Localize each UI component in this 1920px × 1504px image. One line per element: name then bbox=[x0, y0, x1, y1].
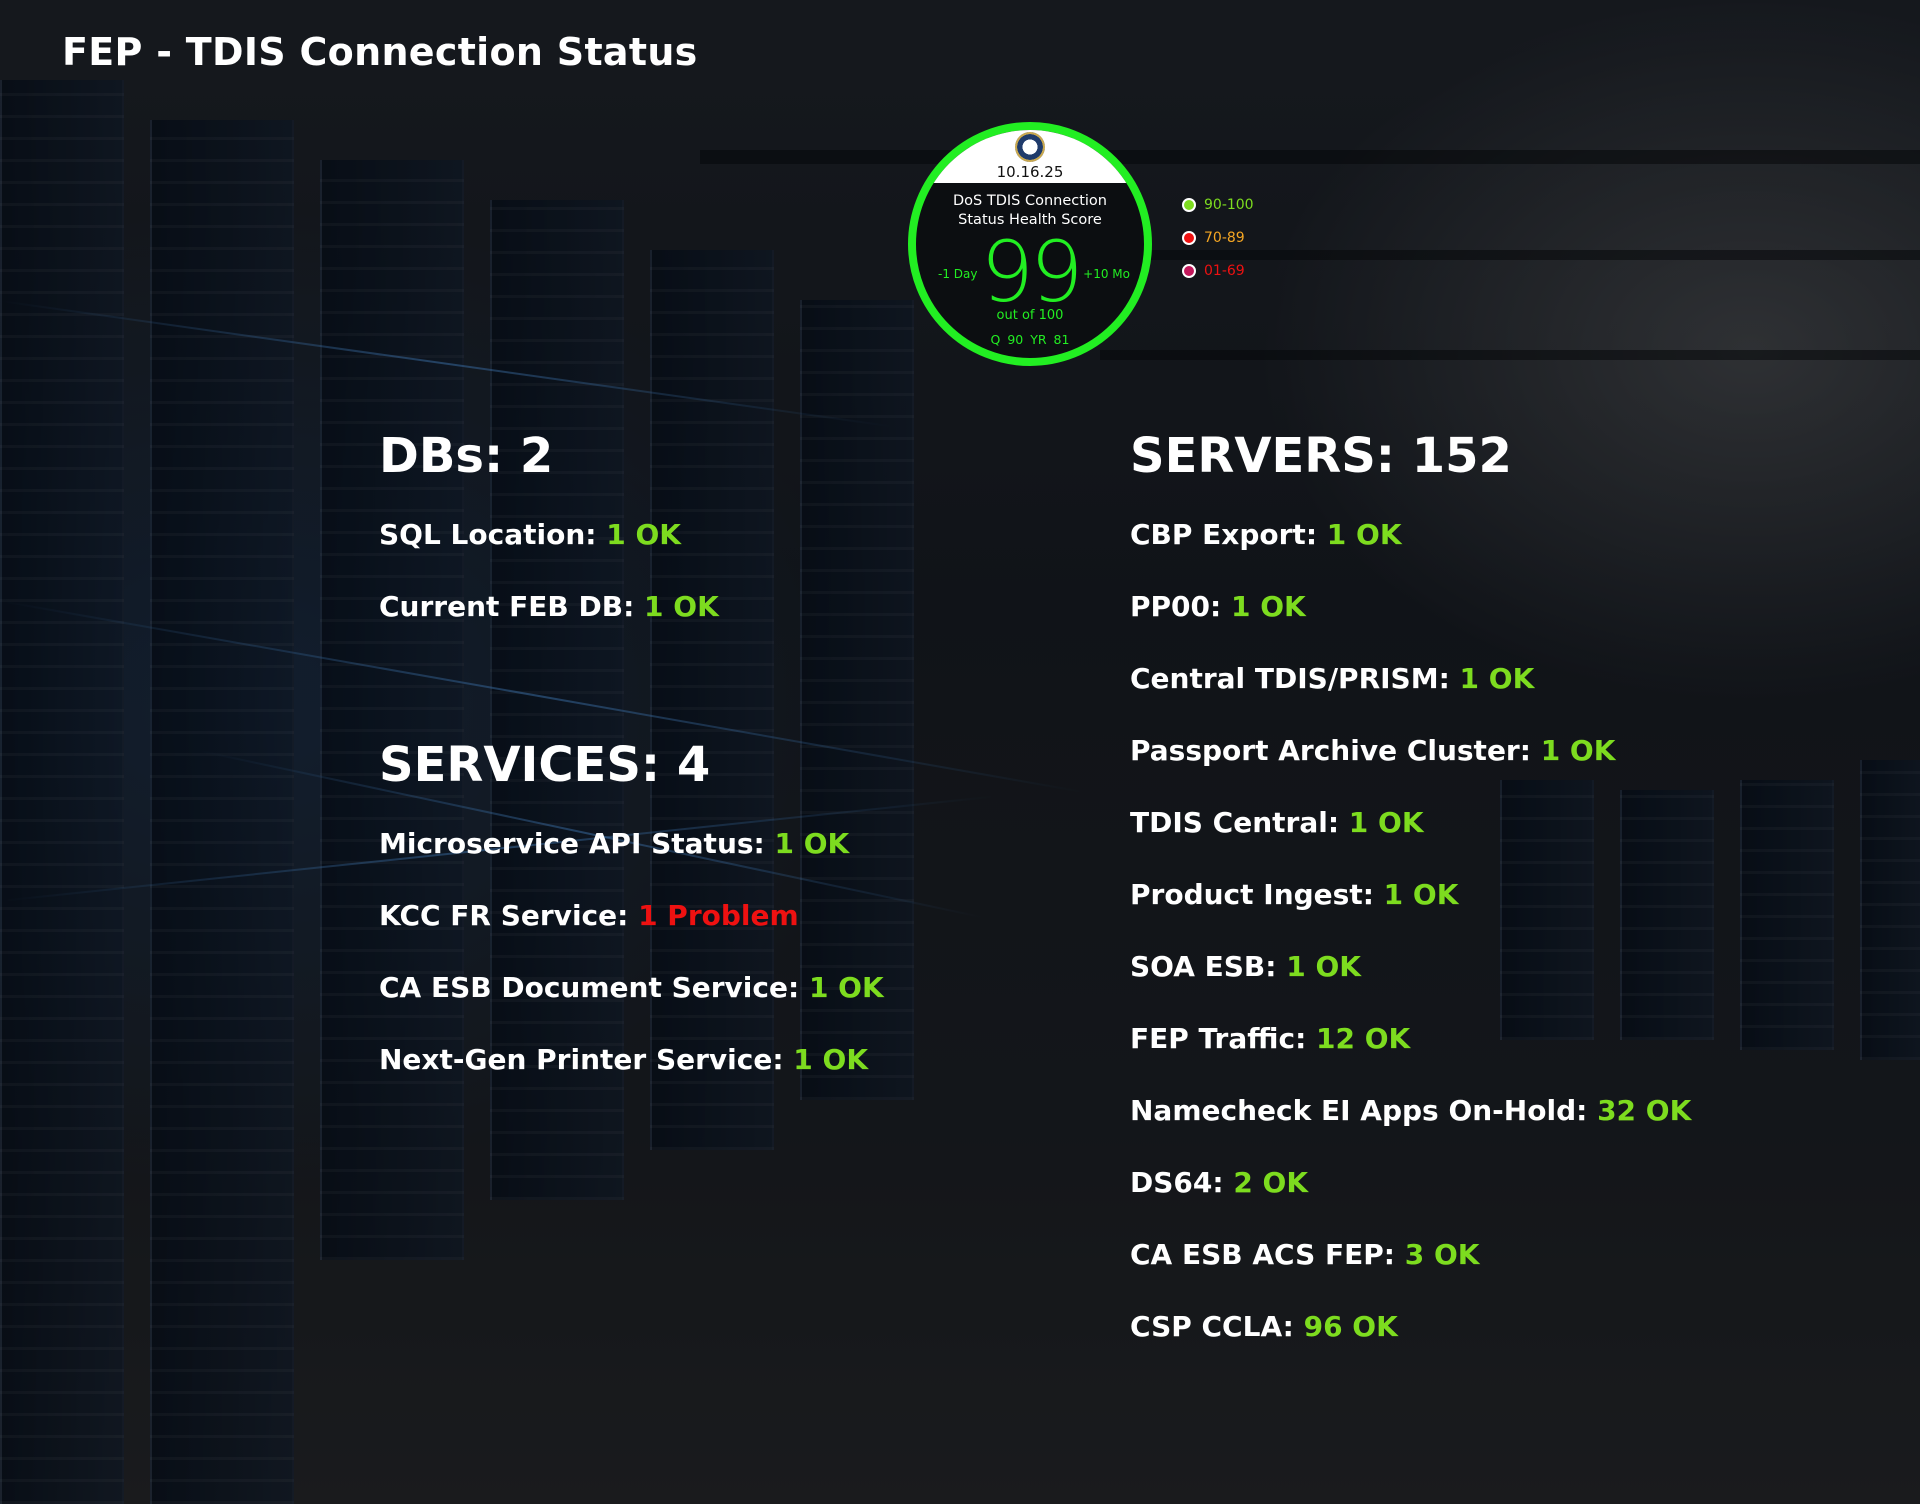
gauge-right-caption: +10 Mo bbox=[1083, 267, 1130, 281]
status-value: 3 OK bbox=[1404, 1238, 1480, 1271]
legend-label: 01-69 bbox=[1204, 263, 1245, 279]
status-value: 1 OK bbox=[1540, 734, 1616, 767]
status-value: 1 OK bbox=[793, 1043, 869, 1076]
status-label: CA ESB Document Service: bbox=[379, 971, 800, 1004]
page-title: FEP - TDIS Connection Status bbox=[62, 30, 698, 74]
gauge-quarter-year: Q 90 YR 81 bbox=[990, 332, 1070, 347]
status-row: Namecheck EI Apps On-Hold: 32 OK bbox=[1130, 1094, 1691, 1127]
health-score-gauge: 10.16.25 DoS TDIS Connection Status Heal… bbox=[908, 122, 1152, 366]
status-row: Microservice API Status: 1 OK bbox=[379, 827, 849, 860]
status-label: FEP Traffic: bbox=[1130, 1022, 1307, 1055]
status-row: Product Ingest: 1 OK bbox=[1130, 878, 1458, 911]
status-label: Next-Gen Printer Service: bbox=[379, 1043, 784, 1076]
status-row: CA ESB ACS FEP: 3 OK bbox=[1130, 1238, 1479, 1271]
gauge-label-line1: DoS TDIS Connection bbox=[952, 193, 1107, 209]
status-label: Current FEB DB: bbox=[379, 590, 635, 623]
legend-dot-icon bbox=[1182, 264, 1196, 278]
status-label: SQL Location: bbox=[379, 518, 597, 551]
status-row: Current FEB DB: 1 OK bbox=[379, 590, 719, 623]
gauge-date: 10.16.25 bbox=[996, 163, 1064, 181]
status-row: KCC FR Service: 1 Problem bbox=[379, 899, 799, 932]
status-row: Next-Gen Printer Service: 1 OK bbox=[379, 1043, 868, 1076]
status-value: 1 OK bbox=[1348, 806, 1424, 839]
status-value: 12 OK bbox=[1316, 1022, 1411, 1055]
status-label: DS64: bbox=[1130, 1166, 1224, 1199]
status-label: Product Ingest: bbox=[1130, 878, 1374, 911]
status-row: DS64: 2 OK bbox=[1130, 1166, 1308, 1199]
status-row: SOA ESB: 1 OK bbox=[1130, 950, 1361, 983]
legend-label: 70-89 bbox=[1204, 230, 1245, 246]
status-row: CBP Export: 1 OK bbox=[1130, 518, 1402, 551]
status-value: 1 OK bbox=[1459, 662, 1535, 695]
status-value: 2 OK bbox=[1233, 1166, 1309, 1199]
status-row: CSP CCLA: 96 OK bbox=[1130, 1310, 1398, 1343]
gauge-out-of: out of 100 bbox=[996, 308, 1064, 323]
status-label: Namecheck EI Apps On-Hold: bbox=[1130, 1094, 1588, 1127]
gauge-header: 10.16.25 bbox=[916, 130, 1144, 183]
status-label: CA ESB ACS FEP: bbox=[1130, 1238, 1395, 1271]
legend-item: 01-69 bbox=[1182, 261, 1254, 281]
status-label: Microservice API Status: bbox=[379, 827, 765, 860]
legend-label: 90-100 bbox=[1204, 197, 1254, 213]
legend-dot-icon bbox=[1182, 231, 1196, 245]
status-label: CSP CCLA: bbox=[1130, 1310, 1294, 1343]
status-value: 1 OK bbox=[644, 590, 719, 623]
status-row: CA ESB Document Service: 1 OK bbox=[379, 971, 884, 1004]
status-label: Central TDIS/PRISM: bbox=[1130, 662, 1450, 695]
status-row: SQL Location: 1 OK bbox=[379, 518, 681, 551]
status-value: 1 OK bbox=[808, 971, 884, 1004]
servers-heading: SERVERS: 152 bbox=[1130, 428, 1512, 484]
status-row: Passport Archive Cluster: 1 OK bbox=[1130, 734, 1615, 767]
status-value: 1 OK bbox=[1383, 878, 1459, 911]
status-label: SOA ESB: bbox=[1130, 950, 1277, 983]
status-value: 1 OK bbox=[1326, 518, 1402, 551]
status-value-problem: 1 Problem bbox=[638, 899, 799, 932]
legend-item: 90-100 bbox=[1182, 195, 1254, 215]
department-seal-icon bbox=[1015, 132, 1045, 162]
status-label: KCC FR Service: bbox=[379, 899, 629, 932]
legend-dot-icon bbox=[1182, 198, 1196, 212]
status-value: 32 OK bbox=[1597, 1094, 1692, 1127]
status-row: PP00: 1 OK bbox=[1130, 590, 1306, 623]
status-label: CBP Export: bbox=[1130, 518, 1318, 551]
status-value: 1 OK bbox=[1230, 590, 1306, 623]
status-label: PP00: bbox=[1130, 590, 1222, 623]
status-label: Passport Archive Cluster: bbox=[1130, 734, 1531, 767]
status-value: 96 OK bbox=[1303, 1310, 1398, 1343]
status-value: 1 OK bbox=[1286, 950, 1361, 983]
status-value: 1 OK bbox=[606, 518, 681, 551]
status-row: TDIS Central: 1 OK bbox=[1130, 806, 1424, 839]
dbs-heading: DBs: 2 bbox=[379, 428, 554, 484]
status-row: Central TDIS/PRISM: 1 OK bbox=[1130, 662, 1534, 695]
status-label: TDIS Central: bbox=[1130, 806, 1340, 839]
legend-item: 70-89 bbox=[1182, 228, 1254, 248]
status-row: FEP Traffic: 12 OK bbox=[1130, 1022, 1410, 1055]
status-value: 1 OK bbox=[774, 827, 850, 860]
score-legend: 90-100 70-89 01-69 bbox=[1182, 195, 1254, 294]
services-heading: SERVICES: 4 bbox=[379, 737, 711, 793]
